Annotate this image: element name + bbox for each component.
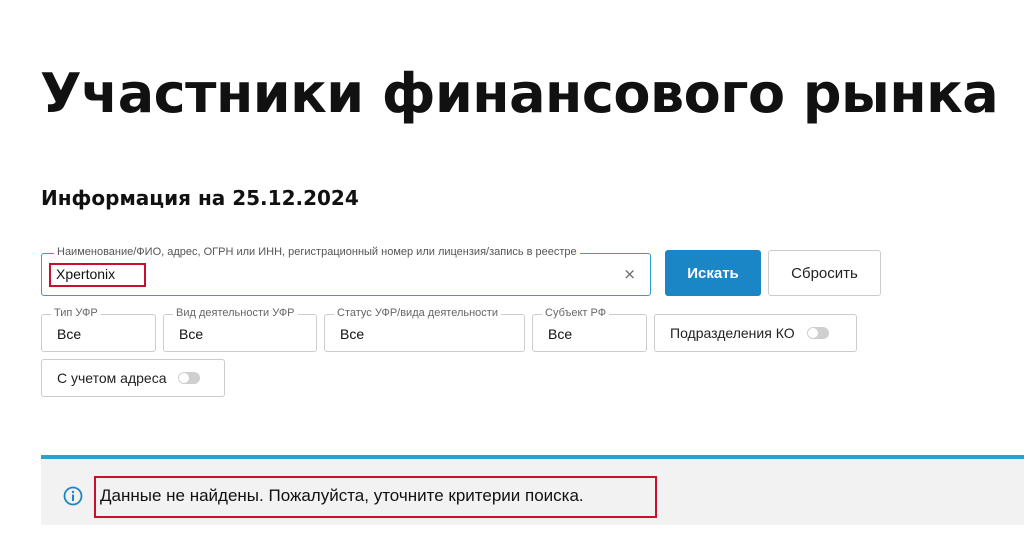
reset-button[interactable]: Сбросить bbox=[768, 250, 881, 296]
with-address-label: С учетом адреса bbox=[57, 370, 167, 386]
filter-activity-label: Вид деятельности УФР bbox=[173, 307, 298, 319]
filter-type-select[interactable]: Тип УФР Все bbox=[41, 307, 156, 352]
filter-status-select[interactable]: Статус УФР/вида деятельности Все bbox=[324, 307, 525, 352]
search-button[interactable]: Искать bbox=[665, 250, 761, 296]
clear-icon[interactable]: × bbox=[623, 266, 636, 282]
with-address-toggle[interactable] bbox=[178, 372, 201, 384]
with-address-toggle-box[interactable]: С учетом адреса bbox=[41, 359, 225, 397]
info-date: Информация на 25.12.2024 bbox=[41, 186, 359, 210]
alert-message: Данные не найдены. Пожалуйста, уточните … bbox=[100, 486, 584, 505]
info-icon bbox=[63, 486, 83, 506]
filter-status-value: Все bbox=[340, 326, 365, 342]
search-input[interactable]: Наименование/ФИО, адрес, ОГРН или ИНН, р… bbox=[41, 246, 651, 296]
ko-divisions-toggle[interactable] bbox=[806, 327, 829, 339]
filter-region-label: Субъект РФ bbox=[542, 307, 610, 319]
filter-activity-value: Все bbox=[179, 326, 204, 342]
page-title: Участники финансового рынка bbox=[40, 62, 999, 125]
filter-region-select[interactable]: Субъект РФ Все bbox=[532, 307, 647, 352]
ko-divisions-label: Подразделения КО bbox=[670, 325, 795, 341]
search-input-label: Наименование/ФИО, адрес, ОГРН или ИНН, р… bbox=[54, 246, 580, 258]
filter-type-value: Все bbox=[57, 326, 82, 342]
filter-status-label: Статус УФР/вида деятельности bbox=[334, 307, 501, 319]
ko-divisions-toggle-box[interactable]: Подразделения КО bbox=[654, 314, 857, 352]
search-input-value[interactable]: Xpertonix bbox=[56, 266, 115, 282]
filter-type-label: Тип УФР bbox=[51, 307, 101, 319]
filter-region-value: Все bbox=[548, 326, 573, 342]
no-results-alert: Данные не найдены. Пожалуйста, уточните … bbox=[41, 455, 1024, 525]
filter-activity-select[interactable]: Вид деятельности УФР Все bbox=[163, 307, 317, 352]
